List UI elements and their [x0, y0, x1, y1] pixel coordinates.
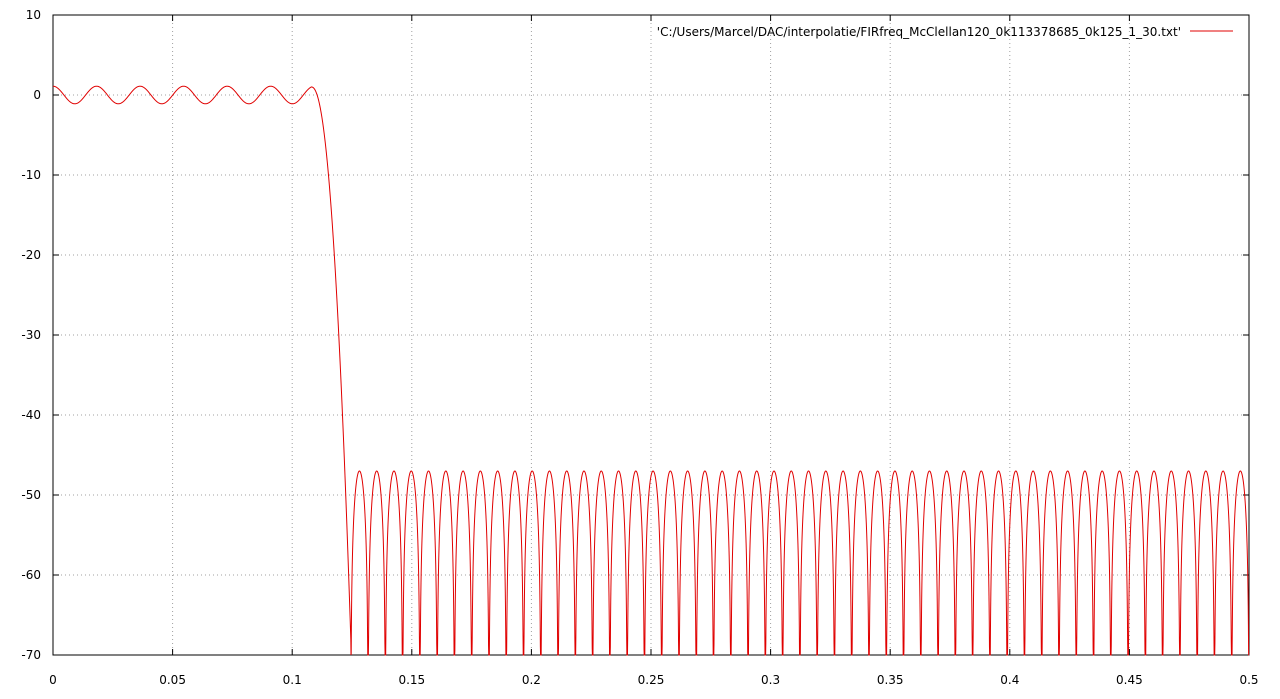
x-tick-label: 0.5	[1239, 673, 1258, 687]
y-tick-label: -20	[21, 248, 41, 262]
y-tick-label: -40	[21, 408, 41, 422]
x-tick-label: 0	[49, 673, 57, 687]
x-tick-label: 0.2	[522, 673, 541, 687]
x-tick-label: 0.15	[398, 673, 425, 687]
y-tick-label: -70	[21, 648, 41, 662]
y-tick-label: 0	[33, 88, 41, 102]
grid-lines	[53, 15, 1249, 655]
y-tick-label: -50	[21, 488, 41, 502]
y-tick-label: -10	[21, 168, 41, 182]
x-tick-label: 0.1	[283, 673, 302, 687]
x-tick-label: 0.3	[761, 673, 780, 687]
x-tick-label: 0.45	[1116, 673, 1143, 687]
y-tick-label: -30	[21, 328, 41, 342]
frequency-response-chart: 0 0.05 0.1 0.15 0.2 0.25 0.3 0.35 0.4 0.45 0.5100-…	[21, 8, 1258, 687]
legend: 'C:/Users/Marcel/DAC/interpolatie/FIRfre…	[657, 25, 1233, 39]
x-tick-label: 0.35	[877, 673, 904, 687]
legend-label: 'C:/Users/Marcel/DAC/interpolatie/FIRfre…	[657, 25, 1181, 39]
y-tick-label: -60	[21, 568, 41, 582]
x-tick-label: 0.4	[1000, 673, 1019, 687]
x-tick-label: 0.05	[159, 673, 186, 687]
tick-labels: 0 0.05 0.1 0.15 0.2 0.25 0.3 0.35 0.4 0.45 0.5100-…	[21, 8, 1258, 687]
y-tick-label: 10	[26, 8, 41, 22]
x-tick-label: 0.25	[638, 673, 665, 687]
